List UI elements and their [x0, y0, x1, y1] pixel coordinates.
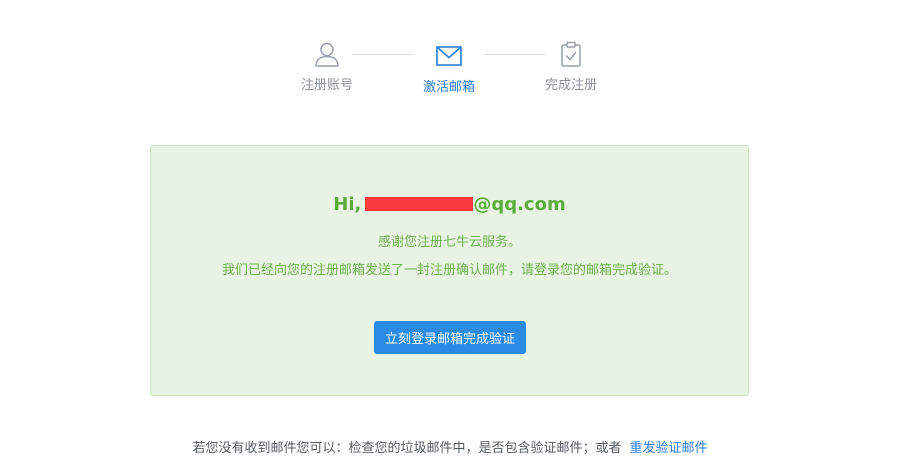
step-label: 完成注册 — [544, 78, 597, 93]
registration-stepper: 注册账号 激活邮箱 完成注册 — [0, 0, 900, 110]
step-register-account: 注册账号 — [282, 40, 372, 93]
greeting-prefix: Hi, — [333, 194, 362, 215]
footer-help-text: 若您没有收到邮件您可以：检查您的垃圾邮件中，是否包含验证邮件；或者 — [192, 441, 622, 456]
verification-message-panel: Hi, @qq.com 感谢您注册七牛云服务。 我们已经向您的注册邮箱发送了一封注… — [150, 145, 749, 396]
step-label: 激活邮箱 — [422, 80, 475, 95]
instruction-message: 我们已经向您的注册邮箱发送了一封注册确认邮件，请登录您的邮箱完成验证。 — [221, 263, 677, 278]
login-email-verify-button[interactable]: 立刻登录邮箱完成验证 — [374, 321, 526, 354]
thanks-message: 感谢您注册七牛云服务。 — [377, 235, 521, 250]
step-activate-email: 激活邮箱 — [404, 42, 494, 95]
resend-verification-link[interactable]: 重发验证邮件 — [630, 441, 708, 456]
redacted-email-username — [365, 197, 474, 211]
mail-icon — [436, 46, 462, 66]
user-icon — [315, 42, 339, 67]
footer-help: 若您没有收到邮件您可以：检查您的垃圾邮件中，是否包含验证邮件；或者 重发验证邮件 — [0, 437, 900, 456]
step-complete-registration: 完成注册 — [526, 40, 616, 93]
step-label: 注册账号 — [300, 78, 353, 93]
email-domain: @qq.com — [473, 194, 566, 215]
clipboard-check-icon — [561, 41, 581, 67]
greeting: Hi, @qq.com — [151, 194, 748, 215]
